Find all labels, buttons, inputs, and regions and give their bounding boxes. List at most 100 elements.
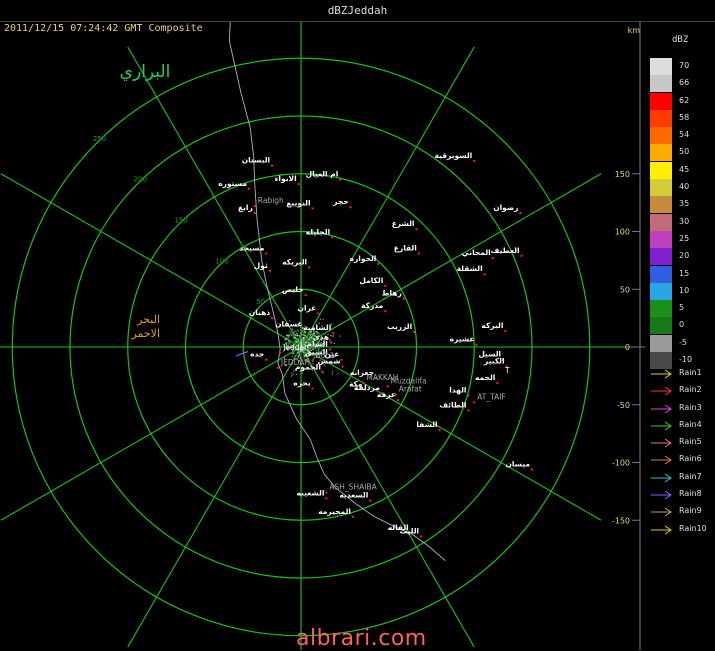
place-marker <box>340 358 343 361</box>
place-label[interactable]: الشاميه <box>303 323 331 332</box>
place-label[interactable]: جده <box>250 350 264 359</box>
place-label[interactable]: السويرقية <box>435 151 473 160</box>
place-label[interactable]: رهاط <box>382 288 402 297</box>
place-label[interactable]: البريكه <box>282 257 307 266</box>
scale-tick-label: -150 <box>612 516 630 525</box>
dbz-color-swatch <box>650 92 672 110</box>
place-label[interactable]: الحواره <box>350 254 377 263</box>
place-label[interactable]: السعديه <box>339 491 368 500</box>
ground-clutter-pixel <box>292 352 295 355</box>
place-marker <box>467 394 470 397</box>
place-label[interactable]: Rabigh <box>258 196 284 205</box>
place-label[interactable]: رضوان <box>493 203 518 212</box>
place-marker <box>496 381 499 384</box>
place-label[interactable]: بحره <box>293 379 310 388</box>
place-label[interactable]: مستوره <box>218 179 247 188</box>
dbz-value-label: 45 <box>679 164 690 174</box>
place-label[interactable]: الكبير <box>483 357 505 366</box>
place-label[interactable]: Arafat <box>399 384 422 393</box>
scale-tick-label: 150 <box>615 170 630 179</box>
dbz-legend-row: 5 <box>650 300 715 318</box>
place-marker <box>304 294 307 297</box>
rain-legend-item[interactable]: Rain1 <box>650 366 715 383</box>
rain-legend-item[interactable]: Rain6 <box>650 452 715 469</box>
rain-legend-label: Rain2 <box>679 385 702 395</box>
ground-clutter-pixel <box>294 340 297 342</box>
place-label[interactable]: عسفان <box>275 320 302 329</box>
dbz-value-label: 5 <box>679 303 685 313</box>
place-label[interactable]: عشيره <box>450 335 475 344</box>
rain-legend-label: Rain1 <box>679 368 702 377</box>
dbz-color-swatch <box>650 196 672 214</box>
place-label[interactable]: مسيجد <box>239 243 264 252</box>
place-label[interactable]: الشعيبه <box>296 488 324 497</box>
place-label[interactable]: الطائف <box>439 401 466 410</box>
place-label[interactable]: ميسان <box>505 459 530 468</box>
place-marker <box>384 310 387 313</box>
dbz-color-swatch <box>650 300 672 318</box>
place-label[interactable]: ام العيال <box>306 170 339 179</box>
place-label[interactable]: حجر <box>332 197 348 206</box>
place-label[interactable]: النويبع <box>286 198 310 207</box>
place-label[interactable]: الليث <box>400 526 419 535</box>
rain-legend-item[interactable]: Rain9 <box>650 504 715 521</box>
place-label[interactable]: شمس <box>318 357 341 366</box>
place-label[interactable]: الشرع <box>392 219 415 228</box>
place-label[interactable]: الجموم <box>295 362 321 371</box>
ground-clutter-pixel <box>287 337 289 339</box>
ground-clutter-pixel <box>300 333 303 336</box>
rain-legend-item[interactable]: Rain3 <box>650 401 715 418</box>
rain-legend-item[interactable]: Rain7 <box>650 470 715 487</box>
dbz-legend-row: 15 <box>650 265 715 283</box>
place-label[interactable]: رابغ <box>238 203 253 212</box>
place-label[interactable]: الهدا <box>449 386 466 395</box>
rain-legend-label: Rain4 <box>679 419 702 429</box>
dbz-legend-row: 40 <box>650 179 715 197</box>
place-label[interactable]: غران <box>298 304 317 313</box>
dbz-legend-row: 0 <box>650 317 715 335</box>
place-label[interactable]: الابواء <box>275 174 297 183</box>
scatter-echo-pixel <box>329 339 331 341</box>
place-marker <box>248 187 251 190</box>
scatter-echo-pixel <box>287 369 289 371</box>
place-label[interactable]: AT_TAIF <box>477 392 506 401</box>
rain-legend-item[interactable]: Rain2 <box>650 383 715 400</box>
place-label[interactable]: المحاني <box>462 248 491 257</box>
arrow-right-icon <box>651 490 672 500</box>
place-label[interactable]: الجمه <box>475 373 495 382</box>
place-label[interactable]: القارع <box>394 243 417 252</box>
scatter-echo-pixel <box>339 335 341 337</box>
place-marker <box>341 365 344 368</box>
place-marker <box>504 329 507 332</box>
place-label[interactable]: البركه <box>481 321 503 330</box>
place-label[interactable]: عرفه <box>377 390 396 399</box>
place-label[interactable]: الجليله <box>306 227 331 236</box>
place-label[interactable]: الكامل <box>359 276 383 285</box>
place-marker <box>325 497 328 500</box>
rain-legend-item[interactable]: Rain5 <box>650 435 715 452</box>
place-label[interactable]: الشفا <box>416 420 437 429</box>
place-label[interactable]: الشقلة <box>457 264 483 273</box>
place-label[interactable]: ثول <box>254 261 268 270</box>
place-label[interactable]: T <box>504 366 510 375</box>
dbz-legend-row: 62 <box>650 92 715 110</box>
place-label[interactable]: العطيف <box>491 246 520 255</box>
place-marker <box>438 429 441 432</box>
place-label[interactable]: مدركة <box>361 301 384 310</box>
radar-ppi-display[interactable]: 250 200 150 100 50 السويرقية البستان الابواء ام … <box>0 22 645 650</box>
place-label[interactable]: خليص <box>282 285 304 294</box>
scatter-echo-pixel <box>322 318 324 321</box>
place-label[interactable]: ذهبان <box>249 308 270 317</box>
scatter-echo-pixel <box>331 335 333 337</box>
place-label[interactable]: المجيرمه <box>318 507 351 516</box>
place-label[interactable]: البستان <box>242 156 270 165</box>
arrow-right-icon <box>651 386 672 396</box>
ground-clutter-pixel <box>293 330 295 332</box>
dbz-color-swatch <box>650 334 672 352</box>
rain-legend-item[interactable]: Rain8 <box>650 487 715 504</box>
place-label[interactable]: الزريب <box>387 322 412 331</box>
rain-legend-item[interactable]: Rain10 <box>650 522 715 539</box>
rain-legend-item[interactable]: Rain4 <box>650 418 715 435</box>
scatter-echo-pixel <box>305 336 308 338</box>
range-ring-label: 50 <box>256 298 265 306</box>
